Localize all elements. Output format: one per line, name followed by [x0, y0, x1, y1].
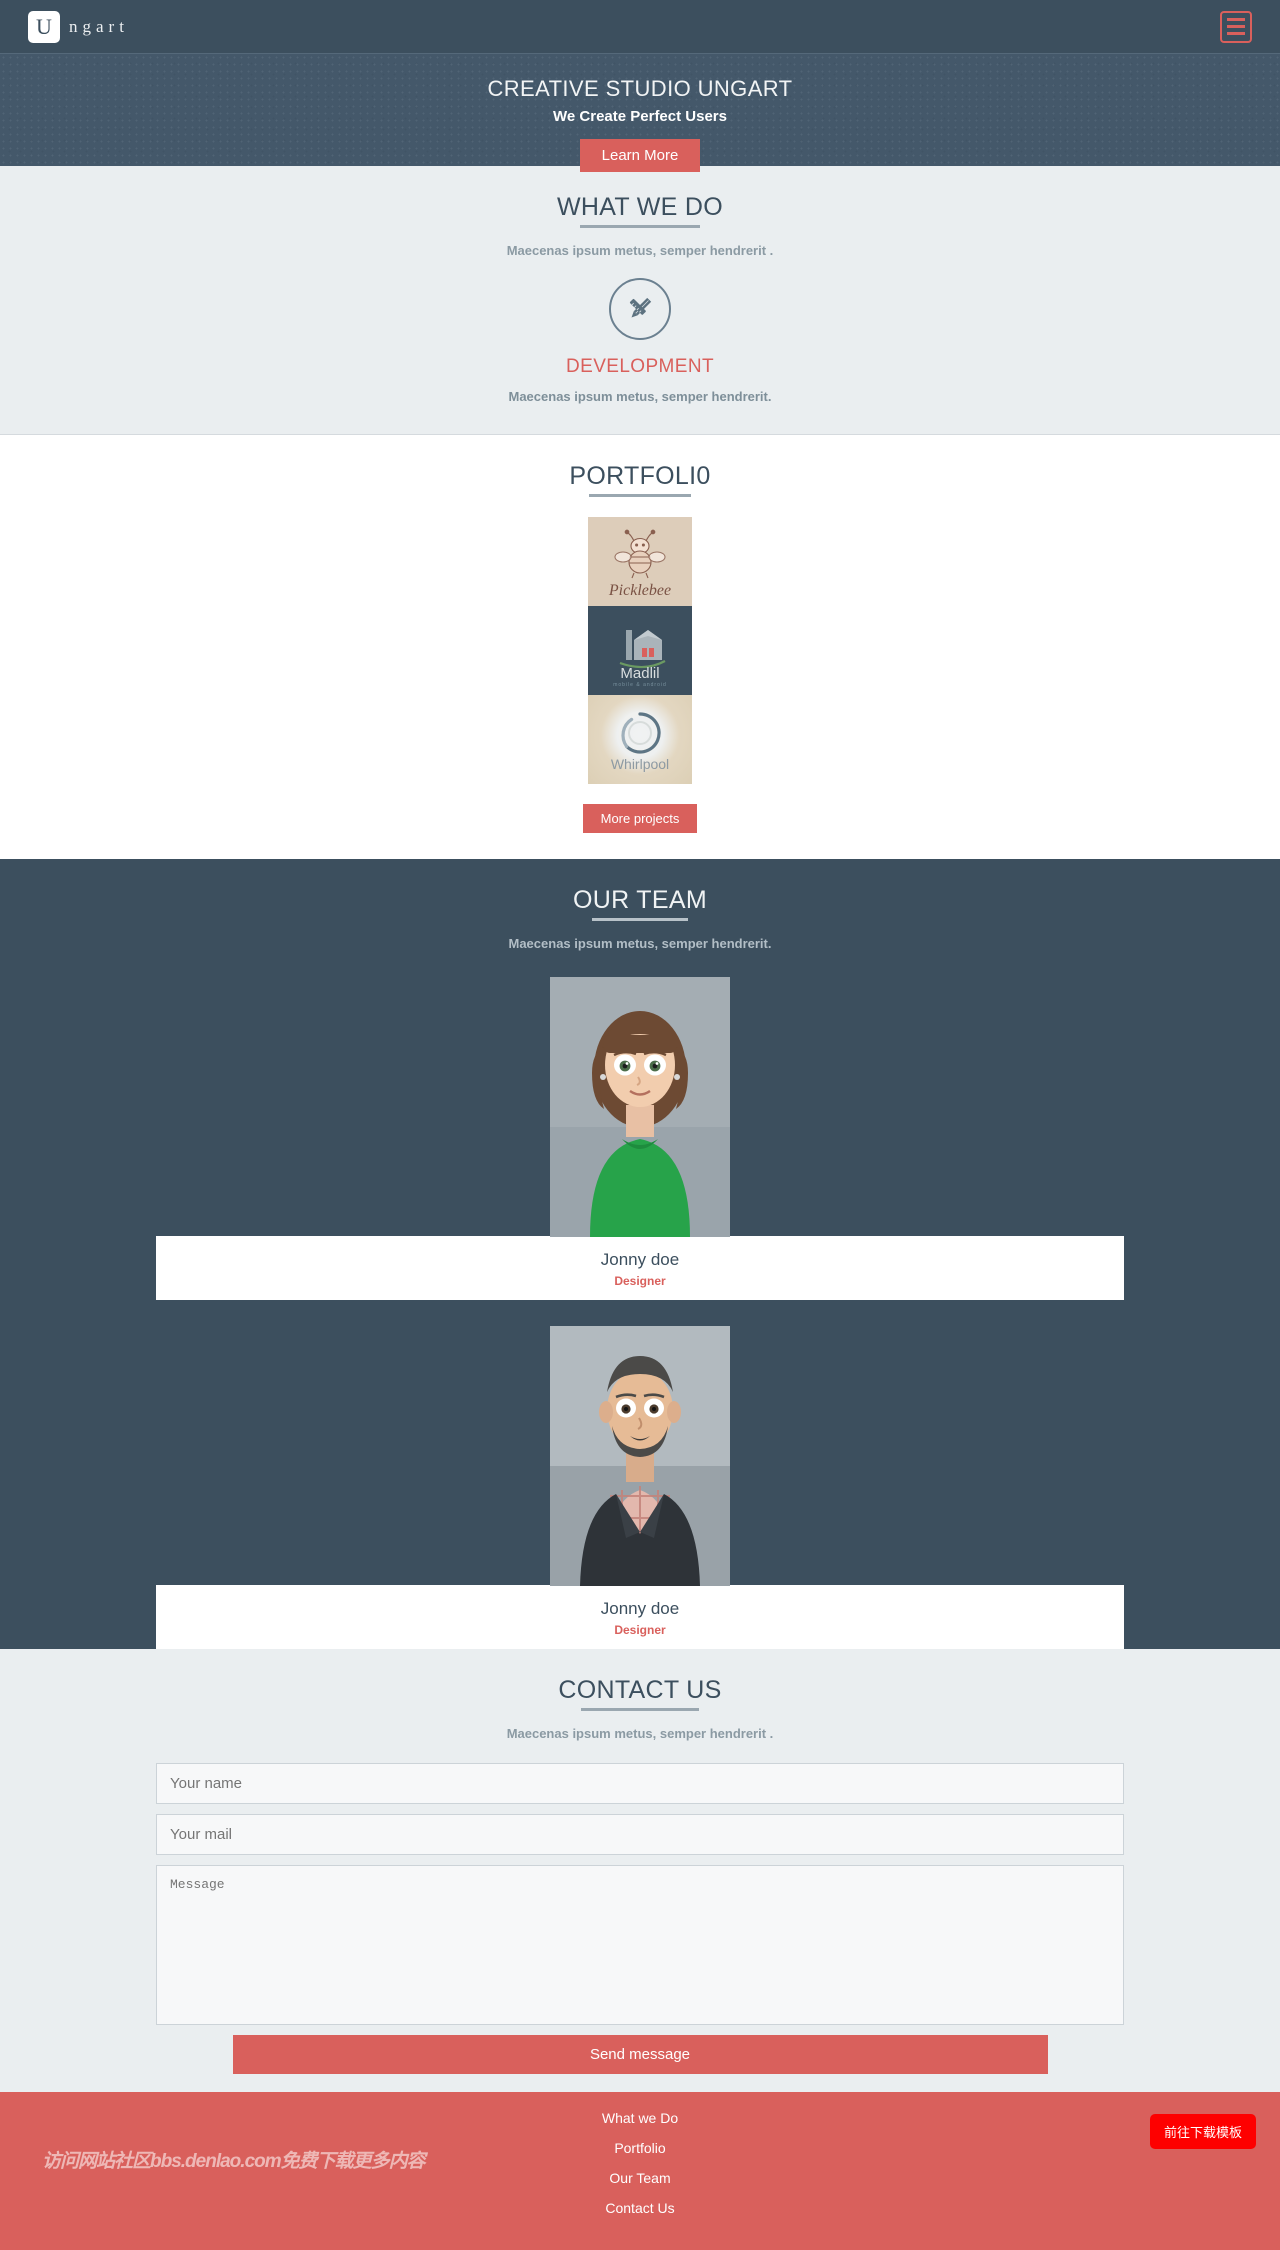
contact-form	[156, 1763, 1124, 2025]
footer: What we Do Portfolio Our Team Contact Us…	[0, 2092, 1280, 2250]
title-underline	[591, 918, 689, 921]
svg-text:Whirlpool: Whirlpool	[611, 756, 669, 772]
service-name: DEVELOPMENT	[566, 356, 714, 377]
what-we-do-subtitle: Maecenas ipsum metus, semper hendrerit .	[506, 243, 774, 258]
hamburger-bar	[1227, 32, 1245, 35]
avatar	[550, 1326, 730, 1586]
portfolio-title-wrap: PORTFOLI0	[0, 462, 1280, 497]
portfolio-actions: More projects	[0, 804, 1280, 833]
team-title-wrap: OUR TEAM	[0, 886, 1280, 921]
footer-link-contact-us[interactable]: Contact Us	[0, 2200, 1280, 2216]
team-member-caption: Jonny doe Designer	[156, 1585, 1124, 1649]
team-member-name: Jonny doe	[600, 1250, 680, 1269]
portfolio-thumbnails: Picklebee Madlil mobile & android Whirlp…	[0, 517, 1280, 784]
service-item-development[interactable]: DEVELOPMENT Maecenas ipsum metus, semper…	[0, 278, 1280, 404]
man-portrait	[550, 1326, 730, 1586]
hero-section: CREATIVE STUDIO UNGART We Create Perfect…	[0, 54, 1280, 172]
team-member-name: Jonny doe	[600, 1599, 680, 1618]
portfolio-section: PORTFOLI0 Picklebee Madlil mobile & andr…	[0, 435, 1280, 859]
team-title-text: OUR TEAM	[573, 886, 707, 914]
team-member-caption: Jonny doe Designer	[156, 1236, 1124, 1300]
team-member-role: Designer	[614, 1623, 666, 1637]
message-textarea[interactable]	[156, 1865, 1124, 2025]
hamburger-bar	[1227, 18, 1245, 21]
title-underline	[589, 494, 691, 497]
portfolio-title-text: PORTFOLI0	[569, 462, 711, 490]
team-section: OUR TEAM Maecenas ipsum metus, semper he…	[0, 859, 1280, 1649]
learn-more-button[interactable]: Learn More	[579, 139, 701, 172]
team-subtitle: Maecenas ipsum metus, semper hendrerit.	[508, 936, 772, 951]
name-input[interactable]	[156, 1763, 1124, 1804]
contact-title-text: CONTACT US	[558, 1676, 722, 1704]
contact-section: CONTACT US Maecenas ipsum metus, semper …	[0, 1649, 1280, 2092]
contact-subtitle: Maecenas ipsum metus, semper hendrerit .	[506, 1726, 774, 1741]
portfolio-item-madlil[interactable]: Madlil mobile & android	[588, 606, 692, 695]
team-member-role: Designer	[614, 1274, 666, 1288]
title-underline	[581, 1708, 699, 1711]
portfolio-item-picklebee[interactable]: Picklebee	[588, 517, 692, 606]
hamburger-icon[interactable]	[1220, 10, 1252, 43]
hero-title: CREATIVE STUDIO UNGART	[487, 76, 793, 101]
contact-title: CONTACT US	[558, 1676, 721, 1711]
avatar	[550, 977, 730, 1237]
team-member[interactable]: Jonny doe Designer	[0, 977, 1280, 1300]
service-description: Maecenas ipsum metus, semper hendrerit.	[508, 389, 772, 404]
contact-title-wrap: CONTACT US	[0, 1676, 1280, 1711]
download-template-button[interactable]: 前往下载模板	[1149, 2114, 1256, 2149]
girl-portrait	[550, 977, 730, 1237]
contact-bottom-spacer	[0, 2074, 1280, 2092]
portfolio-item-whirlpool[interactable]: Whirlpool	[588, 695, 692, 784]
brand-logo[interactable]: U ngart	[28, 10, 129, 43]
logo-text: ngart	[69, 16, 129, 36]
whirlpool-logo: Whirlpool	[611, 711, 669, 772]
svg-text:Madlil: Madlil	[620, 665, 659, 682]
team-member[interactable]: Jonny doe Designer	[0, 1326, 1280, 1649]
what-we-do-title-wrap: WHAT WE DO	[0, 193, 1280, 228]
svg-text:mobile & android: mobile & android	[613, 682, 667, 688]
navbar: U ngart	[0, 0, 1280, 54]
what-we-do-title: WHAT WE DO	[557, 193, 723, 228]
what-we-do-title-text: WHAT WE DO	[557, 193, 723, 221]
what-we-do-section: WHAT WE DO Maecenas ipsum metus, semper …	[0, 166, 1280, 435]
title-underline	[580, 225, 700, 228]
picklebee-logo: Picklebee	[608, 529, 671, 599]
watermark-text: 访问网站社区bbs.denlao.com免费下载更多内容	[42, 2151, 426, 2172]
footer-link-what-we-do[interactable]: What we Do	[0, 2110, 1280, 2126]
send-message-button[interactable]: Send message	[232, 2035, 1048, 2074]
more-projects-button[interactable]: More projects	[582, 804, 698, 833]
send-actions: Send message	[232, 2035, 1048, 2074]
svg-text:Picklebee: Picklebee	[608, 582, 671, 599]
pencil-ruler-icon	[609, 278, 671, 340]
portfolio-title: PORTFOLI0	[569, 462, 710, 497]
email-input[interactable]	[156, 1814, 1124, 1855]
hamburger-bar	[1227, 25, 1245, 28]
hero-subtitle: We Create Perfect Users	[553, 108, 727, 125]
team-title: OUR TEAM	[573, 886, 707, 921]
logo-letter-box: U	[28, 10, 60, 43]
madlil-logo: Madlil mobile & android	[613, 629, 667, 688]
